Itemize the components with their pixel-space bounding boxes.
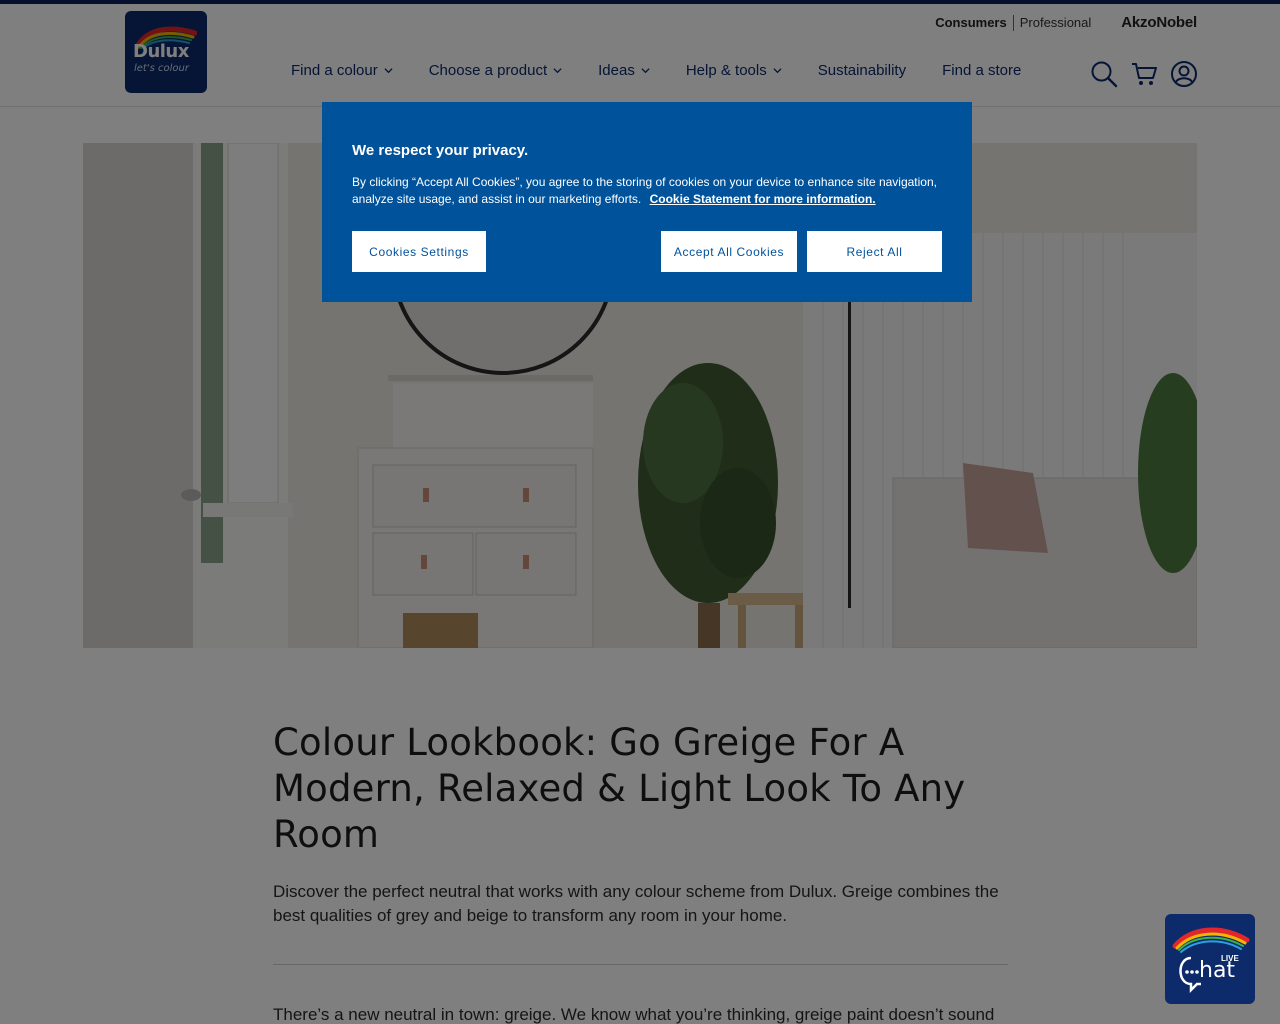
cookie-consent-dialog: We respect your privacy. By clicking “Ac…: [322, 102, 972, 302]
cookies-settings-button[interactable]: Cookies Settings: [352, 231, 486, 272]
cookie-statement-link[interactable]: Cookie Statement for more information.: [650, 192, 876, 206]
reject-all-button[interactable]: Reject All: [807, 231, 942, 272]
cookie-dialog-text: By clicking “Accept All Cookies”, you ag…: [352, 174, 942, 208]
accept-all-cookies-button[interactable]: Accept All Cookies: [661, 231, 797, 272]
chat-label: hat: [1199, 958, 1236, 983]
cookie-dialog-title: We respect your privacy.: [352, 142, 529, 159]
live-chat-widget[interactable]: LIVE hat: [1165, 914, 1255, 1004]
